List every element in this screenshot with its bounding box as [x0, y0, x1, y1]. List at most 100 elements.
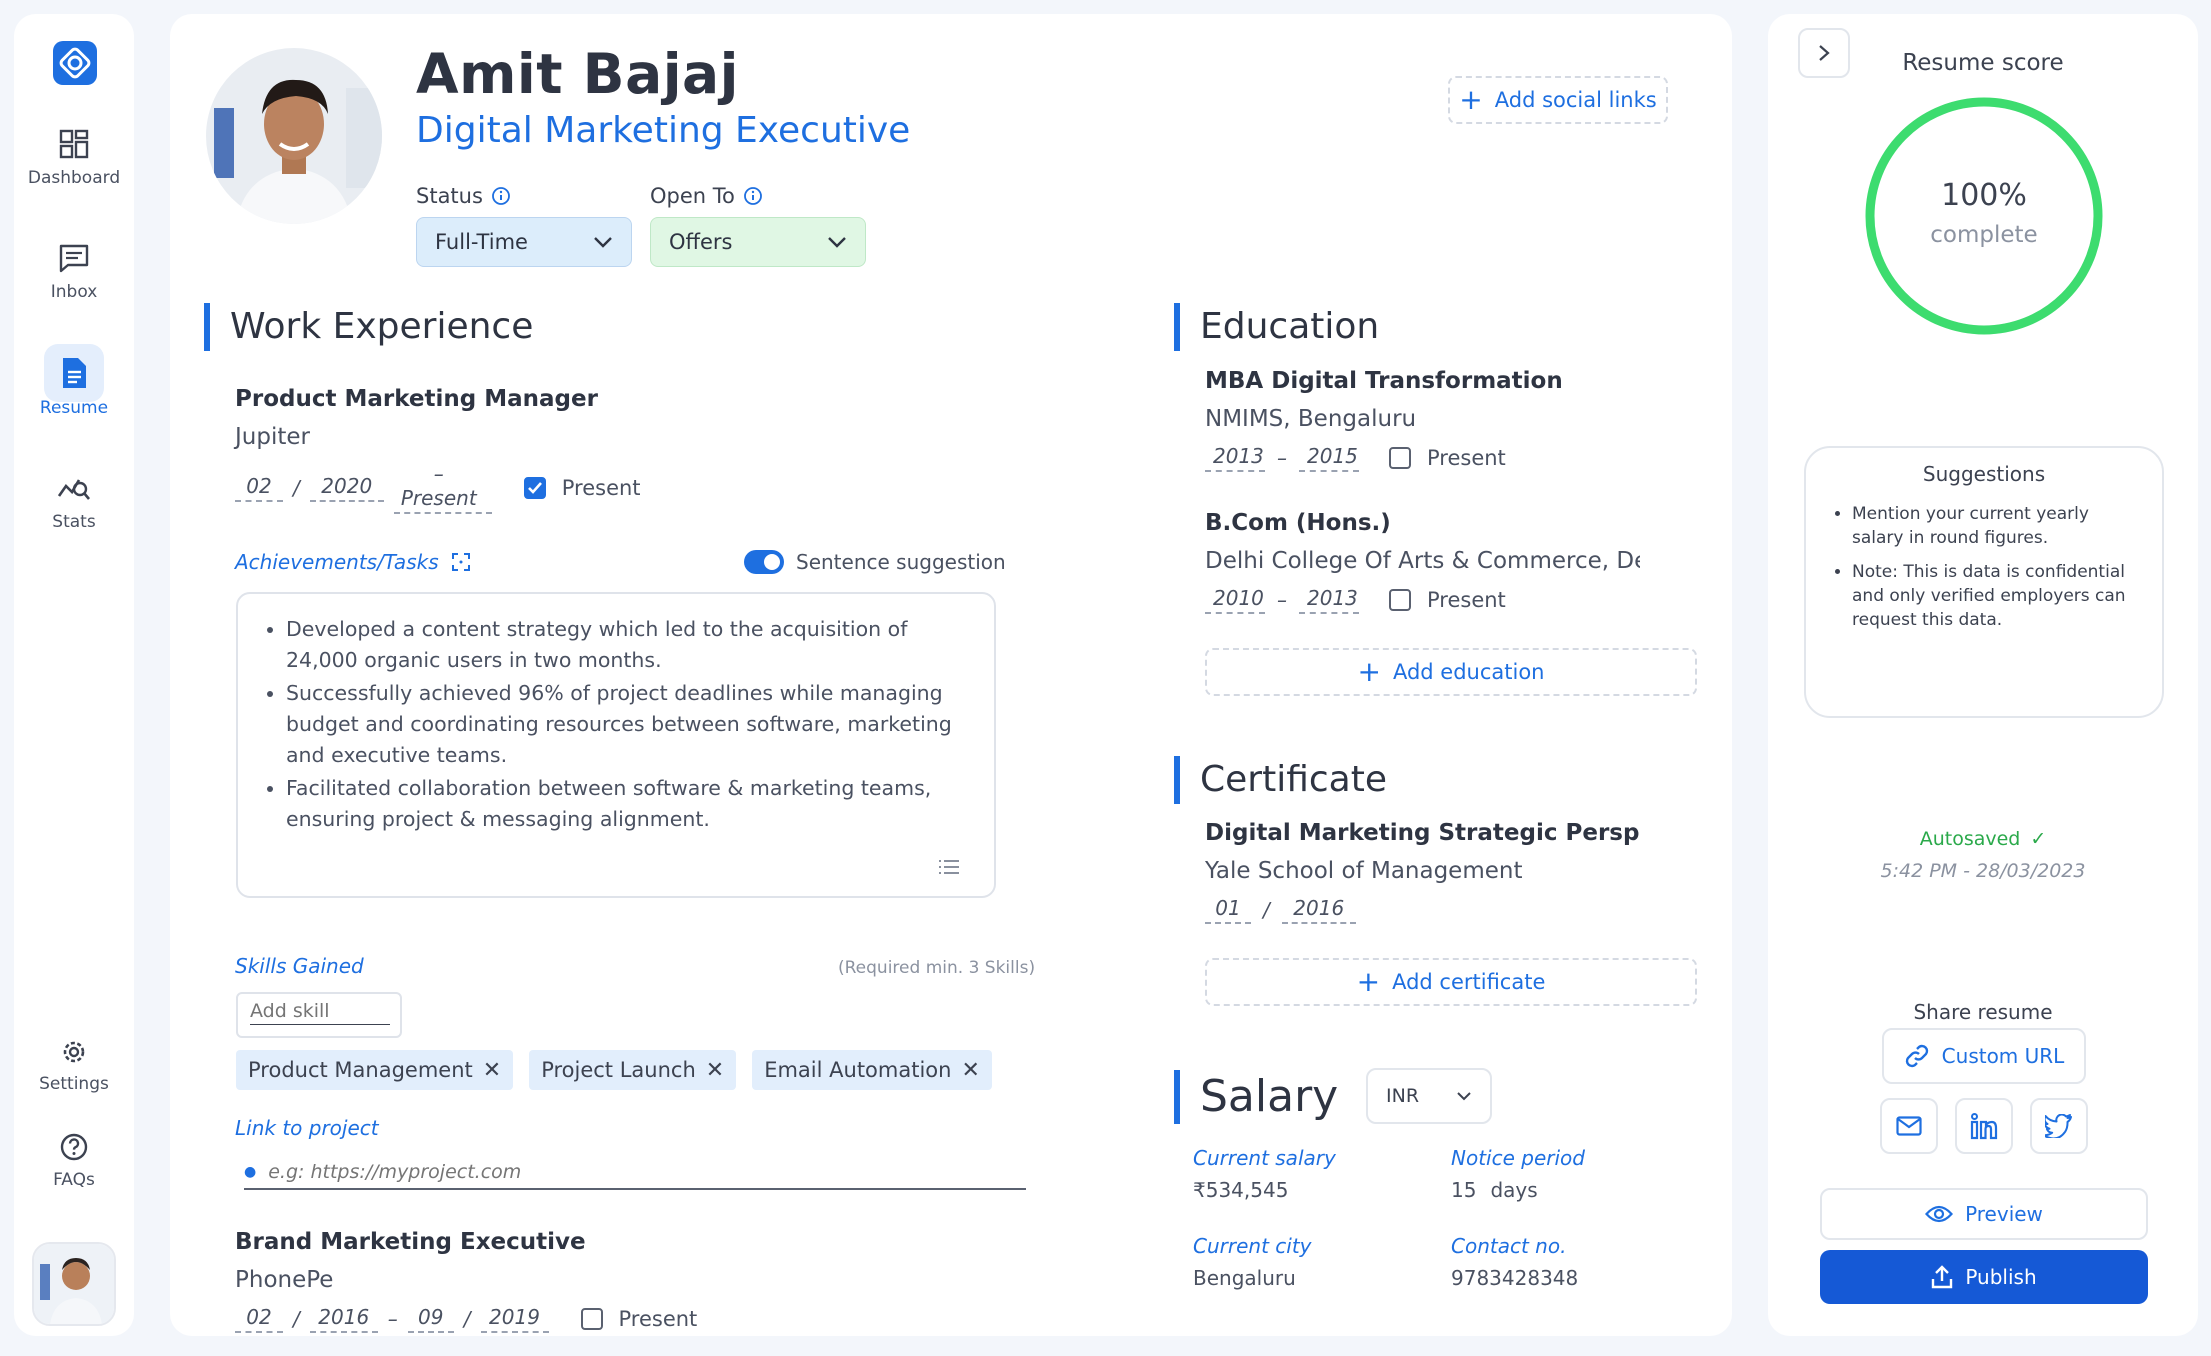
project-link-input[interactable]	[268, 1161, 1026, 1183]
education-to-field[interactable]: 2013	[1299, 586, 1359, 614]
suggestions-title: Suggestions	[1922, 462, 2046, 486]
start-year-field[interactable]: 2016	[309, 1305, 378, 1333]
education-title: Education	[1174, 303, 1379, 351]
job-company[interactable]: PhonePe	[235, 1267, 333, 1293]
skills-label: Skills Gained	[235, 954, 364, 978]
achievements-label: Achievements/Tasks	[235, 550, 471, 574]
end-year-field[interactable]: 2019	[480, 1305, 549, 1333]
start-year-field[interactable]: 2020	[309, 474, 384, 502]
sidebar-item-faqs[interactable]: FAQs	[14, 1132, 134, 1190]
sidebar-item-dashboard[interactable]: Dashboard	[14, 128, 134, 188]
sidebar-item-label: Resume	[39, 398, 109, 418]
education-degree[interactable]: B.Com (Hons.)	[1205, 510, 1391, 536]
education-to-field[interactable]: 2015	[1299, 444, 1359, 472]
suggestion-item: Mention your current yearly salary in ro…	[1852, 502, 2140, 550]
notice-period-label: Notice period	[1451, 1146, 1585, 1170]
job-dates: 02 / 2016 – 09 / 2019 Present	[235, 1305, 697, 1333]
sidebar-item-inbox[interactable]: Inbox	[14, 242, 134, 302]
expand-icon[interactable]	[451, 552, 471, 572]
achievement-item: Successfully achieved 96% of project dea…	[286, 678, 972, 771]
check-icon: ✓	[2030, 828, 2047, 850]
present-checkbox[interactable]	[1389, 589, 1411, 611]
currency-select[interactable]: INR	[1366, 1068, 1492, 1124]
linkedin-icon	[1970, 1113, 1998, 1140]
share-linkedin-button[interactable]	[1955, 1098, 2013, 1154]
share-email-button[interactable]	[1880, 1098, 1938, 1154]
app-logo[interactable]	[53, 41, 97, 85]
custom-url-button[interactable]: Custom URL	[1882, 1028, 2086, 1084]
profile-photo[interactable]	[206, 48, 382, 224]
sidebar-item-settings[interactable]: Settings	[14, 1038, 134, 1094]
plus-icon: +	[1357, 655, 1381, 688]
open-to-label: Open To	[650, 184, 763, 208]
sidebar-item-label: FAQs	[53, 1170, 95, 1190]
close-icon[interactable]: ✕	[961, 1058, 979, 1083]
user-avatar[interactable]	[32, 1242, 116, 1326]
contact-number-label: Contact no.	[1451, 1234, 1567, 1258]
end-month-field[interactable]: 09	[407, 1305, 454, 1333]
start-month-field[interactable]: 02	[235, 474, 283, 502]
suggestion-item: Note: This is data is confidential and o…	[1852, 560, 2140, 632]
education-school[interactable]: Delhi College Of Arts & Commerce, Dell	[1205, 548, 1640, 574]
certificate-name[interactable]: Digital Marketing Strategic Perspectiv	[1205, 820, 1640, 846]
chevron-down-icon	[1457, 1092, 1471, 1101]
education-dates: 2013 – 2015 Present	[1205, 444, 1506, 472]
certificate-date: 01 / 2016	[1205, 896, 1356, 924]
sidebar-item-stats[interactable]: Stats	[14, 472, 134, 532]
certificate-year-field[interactable]: 2016	[1281, 896, 1356, 924]
help-icon	[14, 1132, 134, 1162]
education-dates: 2010 – 2013 Present	[1205, 586, 1506, 614]
job-company[interactable]: Jupiter	[235, 424, 310, 450]
open-to-select[interactable]: Offers	[650, 217, 866, 267]
add-education-button[interactable]: + Add education	[1205, 648, 1697, 696]
preview-button[interactable]: Preview	[1820, 1188, 2148, 1240]
link-to-project-label: Link to project	[235, 1116, 379, 1140]
share-twitter-button[interactable]	[2030, 1098, 2088, 1154]
education-school[interactable]: NMIMS, Bengaluru	[1205, 406, 1416, 432]
education-from-field[interactable]: 2010	[1205, 586, 1265, 614]
education-degree[interactable]: MBA Digital Transformation	[1205, 368, 1563, 394]
link-icon	[1905, 1044, 1928, 1068]
dashboard-icon	[14, 128, 134, 160]
start-month-field[interactable]: 02	[235, 1305, 283, 1333]
salary-title: Salary	[1174, 1070, 1338, 1124]
present-checkbox[interactable]	[523, 477, 546, 499]
list-format-icon[interactable]	[938, 858, 960, 876]
project-link-field[interactable]: ●	[244, 1156, 1026, 1190]
sidebar-item-label: Dashboard	[27, 168, 121, 188]
certificate-issuer[interactable]: Yale School of Management	[1205, 858, 1523, 884]
add-social-links-button[interactable]: + Add social links	[1448, 76, 1668, 124]
skill-chip[interactable]: Email Automation ✕	[752, 1050, 992, 1090]
end-date-field[interactable]: – Present	[393, 462, 492, 514]
current-salary-value[interactable]: ₹534,545	[1193, 1178, 1288, 1202]
close-icon[interactable]: ✕	[483, 1058, 501, 1083]
present-checkbox[interactable]	[1389, 447, 1411, 469]
achievements-textarea[interactable]: Developed a content strategy which led t…	[236, 592, 996, 898]
skill-chip[interactable]: Project Launch ✕	[529, 1050, 737, 1090]
job-dates: 02 / 2020 – Present Present	[235, 462, 641, 514]
education-from-field[interactable]: 2013	[1205, 444, 1265, 472]
add-certificate-button[interactable]: + Add certificate	[1205, 958, 1697, 1006]
current-city-value[interactable]: Bengaluru	[1193, 1266, 1296, 1290]
job-title[interactable]: Brand Marketing Executive	[235, 1229, 586, 1255]
sentence-suggestion-toggle[interactable]	[744, 550, 784, 574]
status-select[interactable]: Full-Time	[416, 217, 632, 267]
logo-icon	[59, 47, 91, 79]
certificate-month-field[interactable]: 01	[1205, 896, 1251, 924]
notice-period-value[interactable]: 15 days	[1451, 1178, 1538, 1202]
chevron-down-icon	[594, 237, 612, 248]
resume-score-arc	[1865, 97, 2103, 335]
close-icon[interactable]: ✕	[706, 1058, 724, 1083]
add-skill-input[interactable]	[250, 1000, 390, 1025]
resume-score-sub: complete	[1930, 222, 2038, 248]
add-skill-input-box[interactable]	[236, 992, 402, 1038]
skill-chip[interactable]: Product Management ✕	[236, 1050, 514, 1090]
sidebar-item-label: Stats	[52, 512, 96, 532]
job-title[interactable]: Product Marketing Manager	[235, 386, 598, 412]
autosave-time: 5:42 PM - 28/03/2023	[1880, 860, 2086, 882]
sidebar-item-resume[interactable]: Resume	[14, 356, 134, 418]
contact-number-value[interactable]: 9783428348	[1451, 1266, 1578, 1290]
publish-button[interactable]: Publish	[1820, 1250, 2148, 1304]
avatar-image	[34, 1244, 114, 1324]
present-checkbox[interactable]	[580, 1308, 603, 1330]
